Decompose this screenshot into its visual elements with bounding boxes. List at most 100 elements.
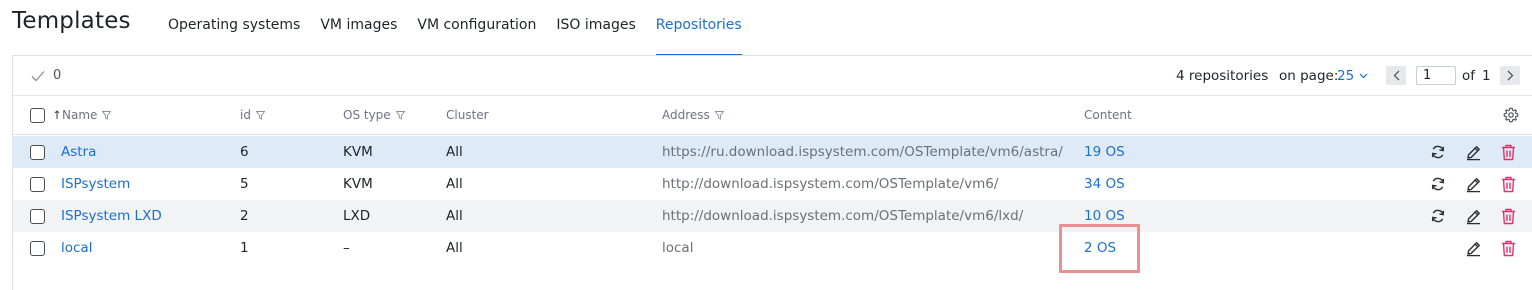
edit-button[interactable]	[1464, 143, 1482, 161]
page-total: 1	[1482, 68, 1491, 84]
column-header-content-label: Content	[1084, 108, 1132, 122]
on-page-label: on page:	[1279, 68, 1339, 84]
filter-icon[interactable]	[395, 110, 405, 120]
column-header-address[interactable]: Address	[662, 108, 724, 122]
repository-address: local	[662, 240, 694, 256]
pencil-icon	[1466, 209, 1480, 224]
repository-cluster: All	[446, 240, 463, 256]
delete-button[interactable]	[1499, 175, 1517, 193]
tab-iso-images[interactable]: ISO images	[556, 0, 635, 56]
column-header-os-type-label: OS type	[343, 108, 391, 122]
tab-bar: Operating systems VM images VM configura…	[168, 0, 762, 56]
repository-cluster: All	[446, 144, 463, 160]
page-number-input[interactable]	[1416, 66, 1456, 85]
column-header-address-label: Address	[662, 108, 710, 122]
repository-id: 5	[240, 176, 249, 192]
table-row[interactable]: ISPsystem 5 KVM All http://download.isps…	[13, 168, 1532, 200]
row-checkbox[interactable]	[30, 209, 45, 224]
tab-vm-images[interactable]: VM images	[320, 0, 397, 56]
column-header-cluster-label: Cluster	[446, 108, 489, 122]
table-header: Name id OS type Cluster Address Content	[13, 96, 1532, 135]
check-icon	[31, 70, 45, 81]
tab-repositories[interactable]: Repositories	[655, 0, 742, 56]
tab-operating-systems[interactable]: Operating systems	[168, 0, 300, 56]
column-header-id[interactable]: id	[240, 108, 265, 122]
next-page-button[interactable]	[1500, 66, 1520, 85]
total-count: 4 repositories	[1176, 68, 1269, 84]
delete-button[interactable]	[1499, 207, 1517, 225]
page-header: Templates Operating systems VM images VM…	[0, 0, 1532, 56]
edit-button[interactable]	[1464, 207, 1482, 225]
repository-name-link[interactable]: local	[61, 240, 92, 256]
delete-button[interactable]	[1499, 143, 1517, 161]
delete-button[interactable]	[1499, 239, 1517, 257]
table-settings-button[interactable]	[1503, 107, 1520, 124]
chevron-right-icon	[1507, 70, 1513, 81]
filter-icon[interactable]	[102, 110, 112, 120]
table-row[interactable]: local 1 – All local 2 OS	[13, 232, 1532, 264]
page-title: Templates	[12, 8, 131, 34]
trash-icon	[1501, 176, 1515, 192]
row-checkbox[interactable]	[30, 241, 45, 256]
on-page-select[interactable]: 25	[1337, 68, 1368, 84]
repository-content-link[interactable]: 34 OS	[1084, 176, 1125, 192]
on-page-value: 25	[1337, 68, 1355, 84]
table-row[interactable]: Astra 6 KVM All https://ru.download.isps…	[13, 136, 1532, 168]
sort-up-icon	[54, 110, 60, 119]
repository-os-type: LXD	[343, 208, 371, 224]
pencil-icon	[1466, 177, 1480, 192]
tab-vm-configuration[interactable]: VM configuration	[417, 0, 536, 56]
repository-cluster: All	[446, 176, 463, 192]
page-of-label: of	[1462, 68, 1476, 84]
trash-icon	[1501, 144, 1515, 160]
column-header-name[interactable]: Name	[54, 108, 112, 122]
select-all-checkbox[interactable]	[30, 108, 45, 123]
sync-icon	[1431, 209, 1445, 223]
repositories-table-panel: 0 4 repositories on page: 25 of 1 Name i…	[12, 55, 1532, 290]
repository-name-link[interactable]: Astra	[61, 144, 96, 160]
repository-content-link[interactable]: 19 OS	[1084, 144, 1125, 160]
prev-page-button[interactable]	[1386, 66, 1406, 85]
gear-icon	[1503, 107, 1519, 123]
repository-name-link[interactable]: ISPsystem	[61, 176, 130, 192]
filter-icon[interactable]	[714, 110, 724, 120]
sync-icon	[1431, 145, 1445, 159]
selected-count-value: 0	[53, 68, 62, 83]
repository-address: http://download.ispsystem.com/OSTemplate…	[662, 176, 999, 192]
repository-id: 6	[240, 144, 249, 160]
repository-name-link[interactable]: ISPsystem LXD	[61, 208, 162, 224]
column-header-os-type[interactable]: OS type	[343, 108, 405, 122]
repository-cluster: All	[446, 208, 463, 224]
sync-button[interactable]	[1429, 143, 1447, 161]
repository-id: 2	[240, 208, 249, 224]
column-header-cluster: Cluster	[446, 108, 489, 122]
filter-icon[interactable]	[255, 110, 265, 120]
trash-icon	[1501, 208, 1515, 224]
selected-counter: 0	[31, 68, 61, 83]
trash-icon	[1501, 240, 1515, 256]
repository-address: http://download.ispsystem.com/OSTemplate…	[662, 208, 1024, 224]
repository-os-type: –	[343, 240, 350, 256]
pencil-icon	[1466, 241, 1480, 256]
row-checkbox[interactable]	[30, 145, 45, 160]
pencil-icon	[1466, 145, 1480, 160]
edit-button[interactable]	[1464, 239, 1482, 257]
column-header-content: Content	[1084, 108, 1132, 122]
table-row[interactable]: ISPsystem LXD 2 LXD All http://download.…	[13, 200, 1532, 232]
chevron-left-icon	[1393, 70, 1399, 81]
repository-os-type: KVM	[343, 176, 373, 192]
chevron-down-icon	[1359, 73, 1368, 79]
sync-icon	[1431, 177, 1445, 191]
column-header-id-label: id	[240, 108, 251, 122]
repository-os-type: KVM	[343, 144, 373, 160]
table-toolbar: 0 4 repositories on page: 25 of 1	[13, 56, 1532, 96]
sync-button[interactable]	[1429, 207, 1447, 225]
repository-address: https://ru.download.ispsystem.com/OSTemp…	[662, 144, 1063, 160]
repository-id: 1	[240, 240, 249, 256]
column-header-name-label: Name	[62, 108, 98, 122]
highlight-annotation-box	[1059, 224, 1140, 273]
edit-button[interactable]	[1464, 175, 1482, 193]
sync-button[interactable]	[1429, 175, 1447, 193]
row-checkbox[interactable]	[30, 177, 45, 192]
repository-content-link[interactable]: 10 OS	[1084, 208, 1125, 224]
